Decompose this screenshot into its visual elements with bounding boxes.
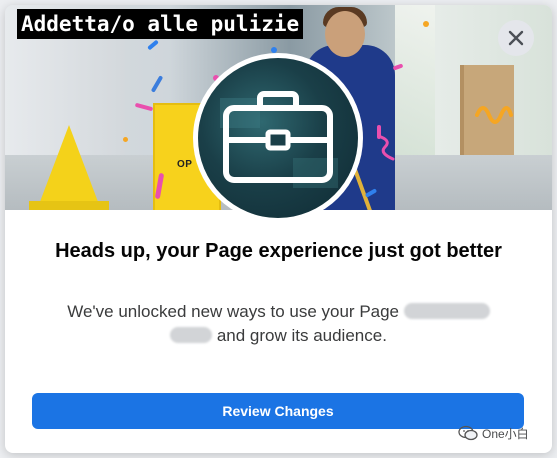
close-icon — [508, 30, 524, 46]
redacted-page-name-continued — [170, 327, 213, 343]
watermark-text: One小白 — [482, 426, 529, 441]
confetti — [150, 75, 164, 93]
dialog-body-prefix: We've unlocked new ways to use your Page — [67, 302, 400, 321]
dialog-body: We've unlocked new ways to use your Page… — [35, 300, 522, 348]
dialog-headline: Heads up, your Page experience just got … — [55, 240, 502, 262]
briefcase-icon — [220, 91, 338, 188]
confetti — [423, 21, 429, 27]
dialog-body-suffix: and grow its audience. — [216, 326, 387, 345]
job-title-caption: Addetta/o alle pulizie — [17, 9, 304, 39]
confetti-swirl — [475, 106, 513, 124]
wechat-icon — [458, 425, 478, 441]
confetti — [134, 102, 154, 112]
redacted-page-name — [403, 303, 490, 319]
review-changes-button[interactable]: Review Changes — [32, 393, 524, 429]
confetti — [123, 137, 128, 142]
confetti — [147, 39, 159, 51]
confetti-swirl — [379, 135, 395, 161]
close-button[interactable] — [498, 20, 534, 56]
briefcase-badge — [193, 53, 363, 223]
watermark: One小白 — [458, 422, 529, 444]
wet-floor-cone — [35, 125, 103, 210]
caution-sign-text: OP — [177, 159, 193, 170]
page-experience-dialog: OP Addetta/o alle pulizie Heads up, your… — [5, 5, 552, 453]
